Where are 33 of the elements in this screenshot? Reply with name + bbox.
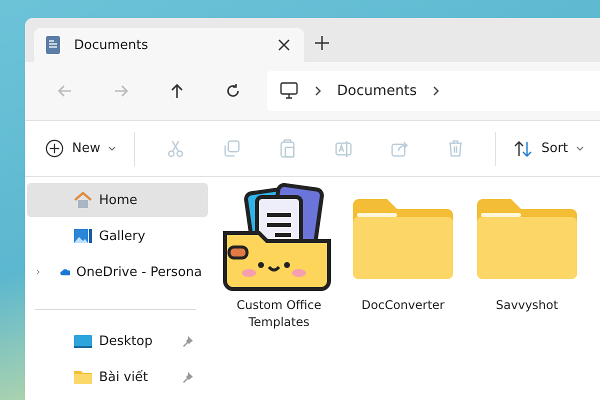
share-icon: [390, 139, 409, 158]
sidebar-item[interactable]: Desktop: [27, 324, 208, 358]
copy-icon: [222, 139, 241, 158]
add-tab-icon[interactable]: [314, 35, 330, 51]
home-icon: [73, 191, 93, 209]
folder-item[interactable]: Custom Office Templates: [224, 183, 334, 331]
rename-icon: [334, 139, 353, 158]
computer-icon: [279, 82, 299, 100]
gallery-icon: [73, 227, 93, 245]
desktop-icon: [73, 332, 93, 350]
sidebar-item[interactable]: OneDrive - Persona: [27, 255, 208, 289]
chevron-icon[interactable]: [430, 85, 441, 97]
sort-icon: [514, 140, 534, 158]
breadcrumb-item[interactable]: Documents: [337, 83, 417, 99]
folder-item[interactable]: DocConverter: [348, 183, 458, 314]
sidebar-item[interactable]: Bài viết: [27, 360, 208, 394]
new-button[interactable]: New: [39, 130, 122, 166]
tab[interactable]: Documents: [34, 28, 304, 62]
refresh-icon: [224, 82, 242, 100]
address-bar[interactable]: Documents: [267, 71, 600, 111]
dropdown-icon: [108, 146, 116, 152]
plus-circle-icon: [45, 139, 64, 158]
close-icon[interactable]: [276, 37, 292, 53]
dropdown-icon: [576, 146, 584, 152]
sidebar-item[interactable]: Home: [27, 183, 208, 217]
folder-icon: [73, 368, 93, 386]
chevron-icon: [313, 85, 323, 97]
folder-item[interactable]: Savvyshot: [472, 183, 582, 314]
document-icon: [46, 36, 60, 54]
clipboard-icon: [278, 139, 297, 158]
scissors-icon: [166, 139, 185, 158]
sidebar-item[interactable]: Gallery: [27, 219, 208, 253]
sort-button[interactable]: Sort: [508, 130, 590, 166]
